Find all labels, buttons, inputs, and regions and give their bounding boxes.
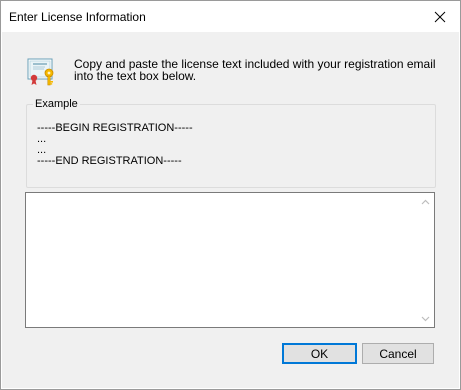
scroll-up-button[interactable]	[417, 193, 434, 210]
title-bar[interactable]: Enter License Information	[1, 1, 460, 32]
example-line: ...	[37, 133, 47, 145]
chevron-down-icon	[421, 316, 430, 321]
vertical-scrollbar[interactable]	[417, 193, 434, 327]
example-line: -----END REGISTRATION-----	[37, 155, 182, 167]
info-row: Copy and paste the license text included…	[26, 54, 446, 94]
chevron-up-icon	[421, 199, 430, 204]
close-button[interactable]	[420, 1, 460, 32]
dialog-title: Enter License Information	[9, 10, 146, 24]
example-legend: Example	[33, 98, 80, 110]
license-text-input[interactable]	[26, 193, 414, 327]
dialog-body: Copy and paste the license text included…	[2, 32, 459, 388]
certificate-key-icon	[27, 58, 54, 86]
instructions-text: Copy and paste the license text included…	[74, 57, 436, 83]
scroll-down-button[interactable]	[417, 310, 434, 327]
license-textbox	[25, 192, 435, 328]
close-icon	[434, 11, 446, 22]
cancel-button[interactable]: Cancel	[362, 343, 434, 364]
example-line: -----BEGIN REGISTRATION-----	[37, 122, 193, 134]
example-lines: -----BEGIN REGISTRATION----- ... ... ---…	[37, 123, 193, 167]
example-group: Example -----BEGIN REGISTRATION----- ...…	[26, 98, 436, 188]
ok-button[interactable]: OK	[282, 343, 357, 364]
license-dialog: Enter License Information Copy and paste…	[0, 0, 461, 390]
